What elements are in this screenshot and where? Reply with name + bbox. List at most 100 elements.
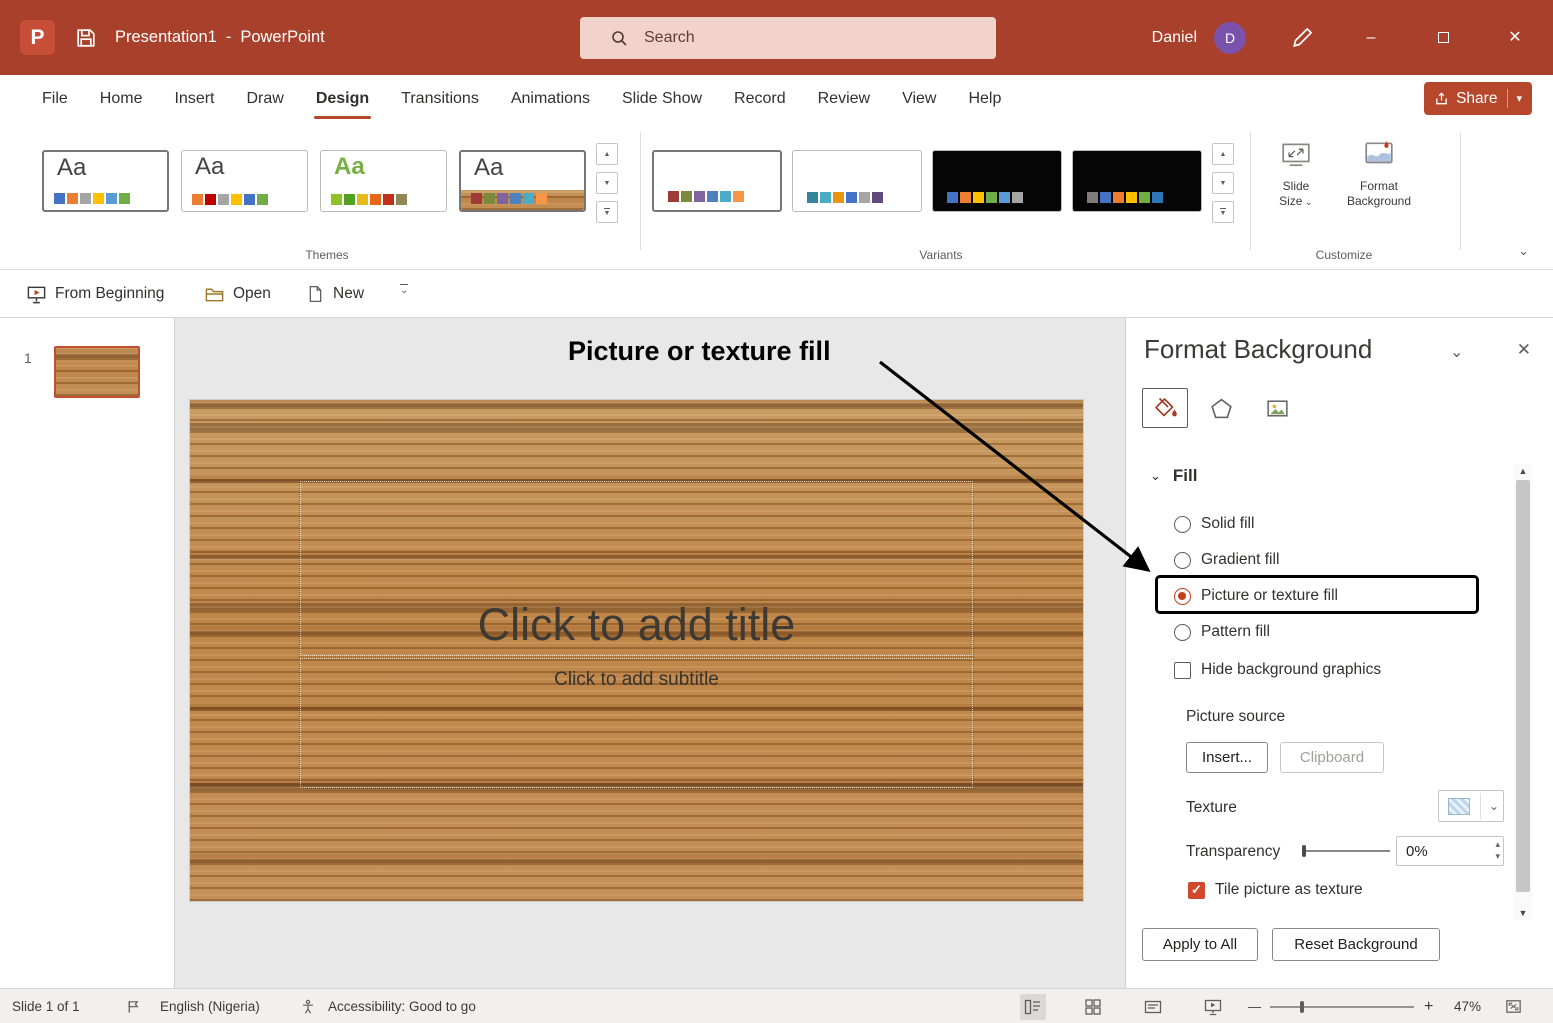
variants-scroll-down-icon[interactable]: ▼ [1212, 172, 1234, 194]
variant-card-2[interactable] [792, 150, 922, 212]
variant-card-3[interactable] [932, 150, 1062, 212]
transparency-slider[interactable] [1302, 842, 1390, 860]
normal-view-button[interactable] [1020, 994, 1046, 1020]
radio-picture-or-texture-fill[interactable]: Picture or texture fill [1174, 584, 1338, 608]
tab-effects[interactable] [1198, 388, 1244, 428]
tab-picture[interactable] [1254, 388, 1300, 428]
save-icon[interactable] [74, 26, 98, 50]
checkbox-hide-background-graphics[interactable]: Hide background graphics [1174, 658, 1381, 682]
apply-to-all-button[interactable]: Apply to All [1142, 928, 1258, 961]
language-status[interactable]: English (Nigeria) [160, 989, 260, 1023]
menu-home[interactable]: Home [84, 75, 159, 122]
share-divider [1507, 89, 1508, 108]
insert-button[interactable]: Insert... [1186, 742, 1268, 773]
spinner-down-icon[interactable]: ▾ [1495, 850, 1500, 862]
menu-slide-show[interactable]: Slide Show [606, 75, 718, 122]
new-button[interactable]: New [306, 270, 364, 318]
slide-info[interactable]: Slide 1 of 1 [12, 989, 80, 1023]
slide-size-button[interactable]: Slide Size⌄ [1266, 138, 1326, 209]
variants-group-label: Variants [881, 248, 1001, 262]
close-button[interactable]: ✕ [1499, 0, 1531, 75]
radio-icon [1174, 552, 1191, 569]
tab-fill[interactable] [1142, 388, 1188, 428]
panel-collapse-icon[interactable]: ⌄ [1450, 342, 1463, 362]
zoom-in-button[interactable]: + [1424, 989, 1433, 1023]
menu-animations[interactable]: Animations [495, 75, 606, 122]
menu-review[interactable]: Review [802, 75, 886, 122]
reading-view-button[interactable] [1140, 994, 1166, 1020]
checkbox-tile-picture-as-texture[interactable]: Tile picture as texture [1188, 878, 1363, 902]
theme-card-wood[interactable]: Aa [459, 150, 586, 212]
theme-card-office[interactable]: Aa [42, 150, 169, 212]
toolbar-options-icon[interactable]: ⌄ [400, 284, 408, 296]
menu-insert[interactable]: Insert [158, 75, 230, 122]
slider-handle[interactable] [1302, 845, 1306, 857]
variants-more-icon[interactable]: ▼ [1212, 201, 1234, 223]
minimize-button[interactable]: – [1355, 0, 1387, 75]
format-background-panel: Format Background ⌄ ✕ ⌄ Fill Solid fill … [1125, 318, 1553, 988]
menu-file[interactable]: File [26, 75, 84, 122]
radio-label: Gradient fill [1201, 551, 1279, 569]
powerpoint-logo-icon[interactable]: P [20, 20, 55, 55]
scrollbar[interactable]: ▲ ▼ [1514, 464, 1532, 920]
radio-pattern-fill[interactable]: Pattern fill [1174, 620, 1270, 644]
menu-draw[interactable]: Draw [230, 75, 299, 122]
theme-card-2[interactable]: Aa [181, 150, 308, 212]
collapse-ribbon-icon[interactable]: ⌄ [1518, 243, 1529, 259]
accessibility-status[interactable]: Accessibility: Good to go [328, 989, 476, 1023]
scroll-up-icon[interactable]: ▲ [1514, 466, 1532, 476]
user-name[interactable]: Daniel [1152, 0, 1197, 75]
from-beginning-button[interactable]: From Beginning [26, 270, 164, 318]
menu-view[interactable]: View [886, 75, 952, 122]
avatar[interactable]: D [1214, 22, 1246, 54]
slide-size-icon [1266, 138, 1326, 173]
clipboard-button: Clipboard [1280, 742, 1384, 773]
reading-view-icon [1143, 997, 1163, 1017]
spinner-up-down[interactable]: ▴ ▾ [1495, 838, 1500, 862]
fill-section-header[interactable]: ⌄ Fill [1150, 466, 1197, 486]
theme-aa-sample: Aa [334, 153, 365, 181]
texture-label: Texture [1186, 799, 1237, 817]
transparency-input[interactable]: 0% ▴ ▾ [1396, 836, 1504, 866]
menu-transitions[interactable]: Transitions [385, 75, 495, 122]
menu-help[interactable]: Help [952, 75, 1017, 122]
texture-dropdown[interactable]: ⌄ [1438, 790, 1504, 822]
radio-gradient-fill[interactable]: Gradient fill [1174, 548, 1279, 572]
slide-sorter-view-button[interactable] [1080, 994, 1106, 1020]
zoom-slider[interactable] [1270, 999, 1414, 1015]
maximize-button[interactable] [1427, 0, 1459, 75]
themes-scroll-down-icon[interactable]: ▼ [596, 172, 618, 194]
zoom-out-button[interactable]: — [1248, 989, 1261, 1023]
checkbox-icon [1188, 882, 1205, 899]
picture-icon [1265, 396, 1290, 421]
slide-thumbnail[interactable] [54, 346, 140, 398]
menu-record[interactable]: Record [718, 75, 802, 122]
format-background-button[interactable]: Format Background [1334, 138, 1424, 209]
proofing-flag-icon[interactable] [126, 999, 141, 1017]
zoom-slider-handle[interactable] [1300, 1001, 1304, 1013]
radio-solid-fill[interactable]: Solid fill [1174, 512, 1254, 536]
subtitle-placeholder[interactable]: Click to add subtitle [300, 658, 973, 788]
variants-scroll-up-icon[interactable]: ▲ [1212, 143, 1234, 165]
scroll-down-icon[interactable]: ▼ [1514, 908, 1532, 918]
pen-icon[interactable] [1289, 25, 1315, 51]
fit-to-window-icon[interactable] [1504, 997, 1523, 1019]
menu-design[interactable]: Design [300, 75, 385, 122]
slide-canvas[interactable]: Click to add title Click to add subtitle [190, 400, 1083, 901]
variant-card-1[interactable] [652, 150, 782, 212]
reset-background-button[interactable]: Reset Background [1272, 928, 1440, 961]
themes-more-icon[interactable]: ▼ [596, 201, 618, 223]
search-box[interactable]: Search [580, 17, 996, 59]
slideshow-view-button[interactable] [1200, 994, 1226, 1020]
chevron-down-icon[interactable]: ▾ [1516, 92, 1522, 105]
title-placeholder[interactable]: Click to add title [300, 481, 973, 656]
share-button[interactable]: Share ▾ [1424, 82, 1532, 115]
spinner-up-icon[interactable]: ▴ [1495, 838, 1500, 850]
open-button[interactable]: Open [204, 270, 271, 318]
scrollbar-thumb[interactable] [1516, 480, 1530, 892]
panel-close-icon[interactable]: ✕ [1517, 340, 1531, 360]
variant-card-4[interactable] [1072, 150, 1202, 212]
themes-scroll-up-icon[interactable]: ▲ [596, 143, 618, 165]
theme-card-facet[interactable]: Aa [320, 150, 447, 212]
zoom-level[interactable]: 47% [1454, 989, 1481, 1023]
